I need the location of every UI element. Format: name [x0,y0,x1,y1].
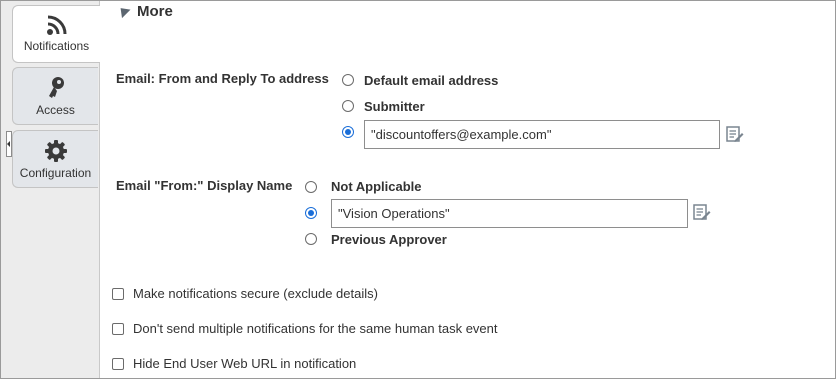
radio-custom-email[interactable] [342,126,354,138]
rss-icon [46,15,66,35]
display-name-label: Email "From:" Display Name [116,178,293,193]
checkbox-hide-web-url[interactable] [112,357,124,370]
expression-edit-icon[interactable] [726,125,744,143]
tab-notifications-label: Notifications [23,39,90,53]
email-address-input[interactable] [364,120,720,149]
email-from-label: Email: From and Reply To address [116,71,329,86]
checkbox-secure-label: Make notifications secure (exclude detai… [133,286,378,301]
radio-not-applicable[interactable] [305,181,317,193]
radio-not-applicable-label: Not Applicable [331,179,422,194]
checkbox-no-duplicates-label: Don't send multiple notifications for th… [133,321,498,336]
radio-previous-approver[interactable] [305,233,317,245]
gear-icon [44,140,67,162]
radio-default-email[interactable] [342,74,354,86]
main-content: More Email: From and Reply To address De… [100,1,835,378]
key-icon [48,77,64,98]
radio-submitter-label: Submitter [364,99,425,114]
expression-edit-icon[interactable] [693,203,711,221]
tab-access[interactable]: Access [12,67,98,125]
section-title: More [137,2,173,20]
checkbox-row-no-duplicates: Don't send multiple notifications for th… [112,321,498,336]
radio-custom-display-name[interactable] [305,207,317,219]
sidebar: Notifications Access Configuration [1,1,100,378]
display-name-input[interactable] [331,199,688,228]
checkbox-row-hide-url: Hide End User Web URL in notification [112,356,356,371]
tab-configuration-label: Configuration [19,166,92,180]
section-more-header[interactable]: More [116,2,173,20]
radio-default-email-label: Default email address [364,73,499,88]
tab-notifications[interactable]: Notifications [12,5,100,63]
radio-submitter[interactable] [342,100,354,112]
window-frame: Notifications Access Configuration More … [0,0,836,379]
checkbox-secure-notifications[interactable] [112,287,124,300]
sidebar-collapse-handle[interactable] [6,131,12,157]
checkbox-row-secure: Make notifications secure (exclude detai… [112,286,378,301]
radio-previous-approver-label: Previous Approver [331,232,447,247]
tab-configuration[interactable]: Configuration [12,130,98,188]
tab-access-label: Access [36,103,75,117]
collapse-triangle-icon [116,3,131,19]
checkbox-no-duplicate-notifications[interactable] [112,322,124,335]
checkbox-hide-url-label: Hide End User Web URL in notification [133,356,357,371]
